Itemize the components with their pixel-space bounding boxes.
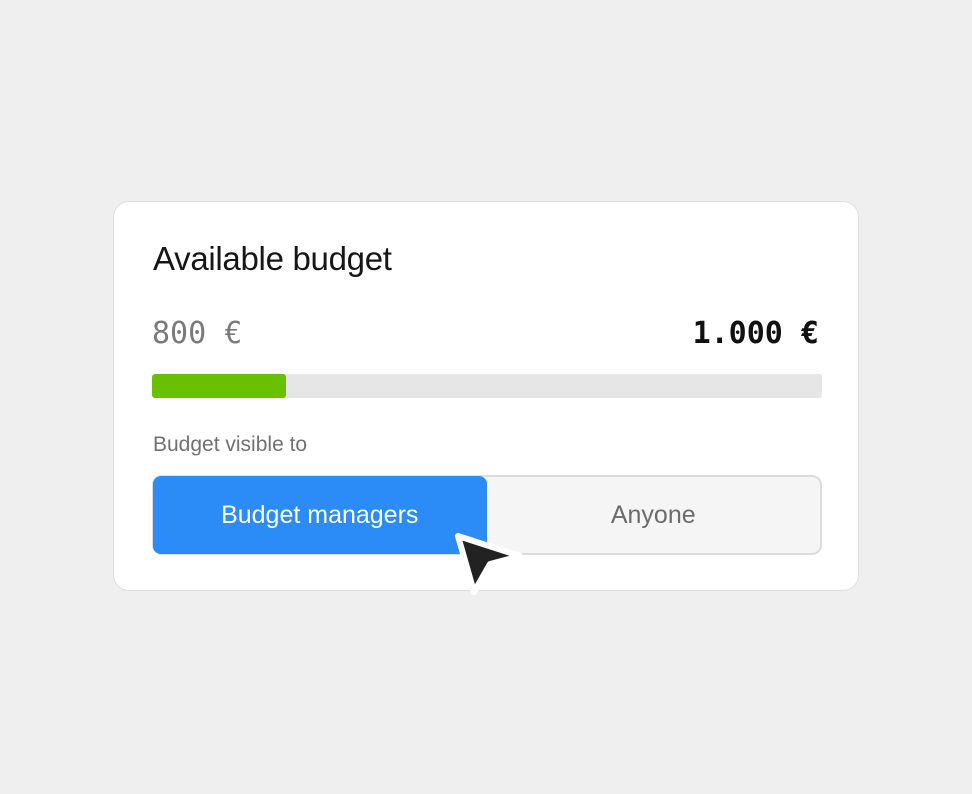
option-anyone[interactable]: Anyone	[487, 477, 821, 553]
visibility-label: Budget visible to	[153, 433, 308, 456]
option-budget-managers[interactable]: Budget managers	[153, 476, 487, 554]
budget-progress-bar	[152, 374, 822, 398]
mouse-pointer-icon	[455, 533, 523, 595]
card-title: Available budget	[153, 240, 392, 277]
spent-amount: 800 €	[152, 316, 243, 351]
budget-progress-fill	[152, 374, 286, 398]
total-amount: 1.000 €	[692, 316, 819, 351]
